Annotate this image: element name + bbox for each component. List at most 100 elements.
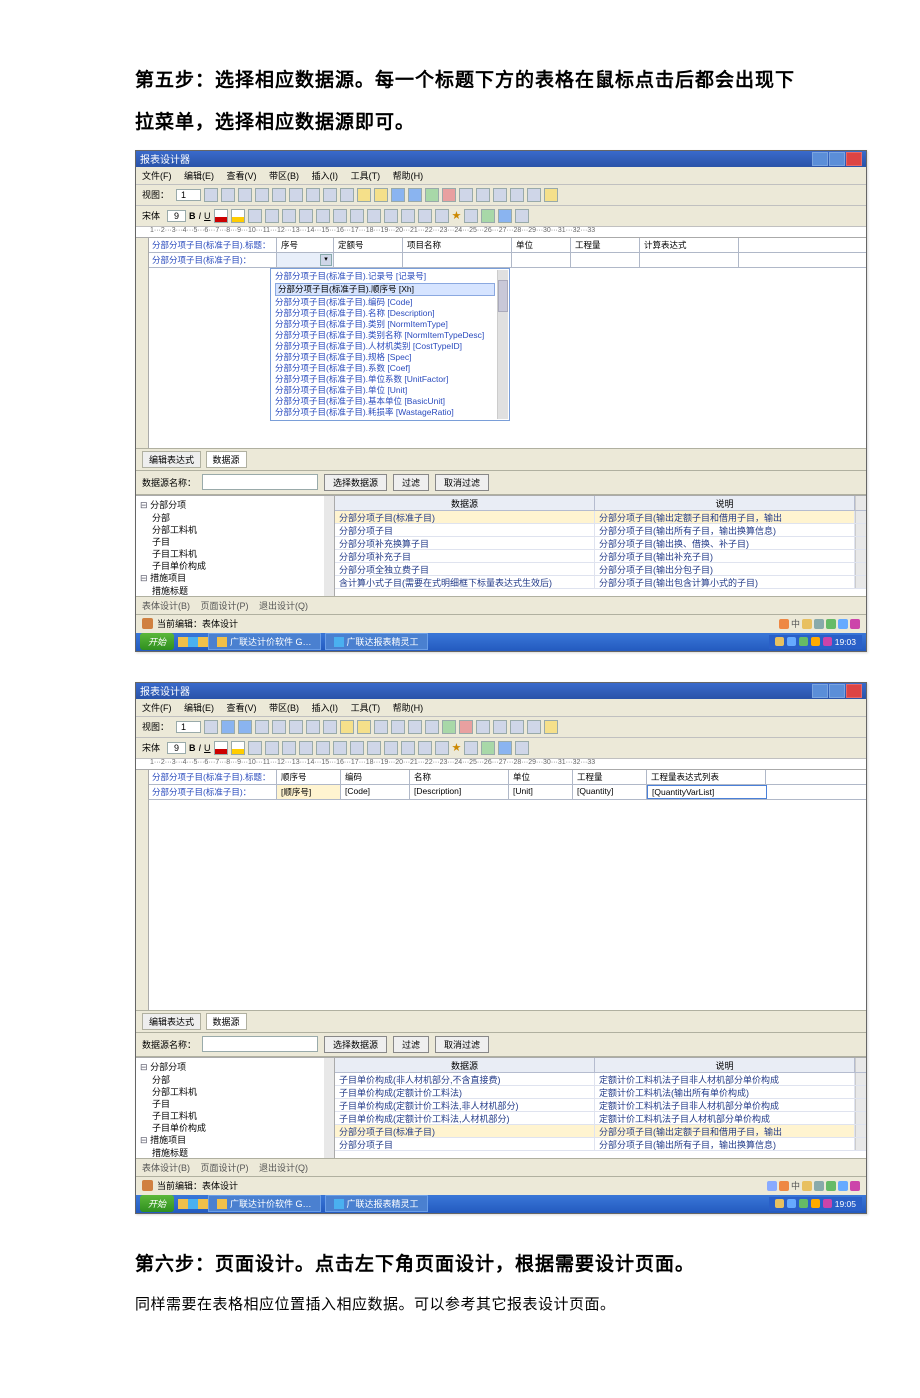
grid-row[interactable]: 分部分项全独立费子目分部分项子目(输出分包子目) (335, 563, 866, 576)
tb-icon[interactable] (316, 209, 330, 223)
font-color-icon[interactable] (214, 209, 228, 223)
tree-node[interactable]: 子目工料机 (140, 548, 330, 560)
tb-icon[interactable] (265, 741, 279, 755)
tb-icon[interactable] (272, 720, 286, 734)
minimize-icon[interactable] (812, 684, 828, 698)
tb-icon[interactable] (425, 188, 439, 202)
italic-icon[interactable]: I (199, 743, 202, 753)
tb-icon[interactable] (221, 188, 235, 202)
tb-icon[interactable] (435, 741, 449, 755)
task-button[interactable]: 广联达报表精灵工 (325, 1195, 428, 1212)
menu-help[interactable]: 帮助(H) (393, 703, 424, 713)
tb-icon[interactable] (476, 188, 490, 202)
grid-row[interactable]: 含计算小式子目(需要在式明细框下标量表达式生效后)分部分项子目(输出包含计算小式… (335, 576, 866, 589)
tray-icon[interactable] (814, 619, 824, 629)
tb-icon[interactable] (464, 741, 478, 755)
field-cell[interactable]: ▾ (277, 253, 334, 267)
menu-edit[interactable]: 编辑(E) (184, 171, 214, 181)
tray-icon[interactable] (799, 1199, 808, 1208)
dropdown-item[interactable]: 分部分项子目(标准子目).类别名称 [NormItemTypeDesc] (275, 330, 495, 341)
tb-icon[interactable] (333, 209, 347, 223)
tb-icon[interactable] (515, 209, 529, 223)
tray-icon[interactable] (811, 1199, 820, 1208)
col-hdr[interactable]: 序号 (277, 238, 334, 252)
tb-icon[interactable] (384, 741, 398, 755)
tb-icon[interactable] (384, 209, 398, 223)
tb-icon[interactable] (255, 720, 269, 734)
tree-node[interactable]: 措施标题 (140, 1147, 330, 1158)
tb-icon[interactable] (272, 188, 286, 202)
tb-icon[interactable] (481, 741, 495, 755)
close-icon[interactable] (846, 684, 862, 698)
tb-icon[interactable] (442, 188, 456, 202)
col-hdr[interactable]: 工程量表达式列表 (647, 770, 766, 784)
tb-icon[interactable] (408, 188, 422, 202)
system-tray[interactable]: 19:03 (769, 635, 862, 649)
menu-file[interactable]: 文件(F) (142, 703, 172, 713)
grid-row[interactable]: 分部分项子目分部分项子目(输出所有子目，输出换算信息) (335, 1138, 866, 1151)
tree-node[interactable]: 子目工料机 (140, 1110, 330, 1122)
field-cell[interactable]: [Code] (341, 785, 410, 799)
col-hdr[interactable]: 工程量 (573, 770, 647, 784)
tb-icon[interactable] (350, 741, 364, 755)
tb-icon[interactable] (464, 209, 478, 223)
datasource-tree[interactable]: ⊟ 分部分项 分部 分部工料机 子目 子目工料机 子目单价构成 ⊟ 措施项目 措… (136, 496, 335, 596)
start-button[interactable]: 开始 (140, 1195, 174, 1212)
tray-icon[interactable] (826, 619, 836, 629)
tab-body-design[interactable]: 表体设计(B) (142, 1163, 190, 1173)
tb-icon[interactable] (459, 188, 473, 202)
font-size[interactable]: 9 (167, 742, 186, 754)
task-button[interactable]: 广联达计价软件 G… (208, 633, 321, 650)
tb-icon[interactable] (401, 741, 415, 755)
tab-datasource[interactable]: 数据源 (206, 451, 247, 468)
tree-node[interactable]: 子目 (140, 1098, 330, 1110)
tb-icon[interactable] (459, 720, 473, 734)
dropdown-item[interactable]: 分部分项子目(标准子目).记录号 [记录号] (275, 271, 495, 282)
start-button[interactable]: 开始 (140, 633, 174, 650)
tb-icon[interactable] (299, 741, 313, 755)
tb-icon[interactable] (544, 720, 558, 734)
star-icon[interactable]: ★ (452, 209, 462, 222)
tb-icon[interactable] (544, 188, 558, 202)
tray-icon[interactable] (850, 619, 860, 629)
tb-icon[interactable] (340, 188, 354, 202)
system-tray[interactable]: 19:05 (769, 1197, 862, 1211)
italic-icon[interactable]: I (199, 211, 202, 221)
tree-node[interactable]: 分部工料机 (140, 1086, 330, 1098)
dropdown-item[interactable]: 分部分项子目(标准子目).规格 [Spec] (275, 352, 495, 363)
dropdown-item[interactable]: 分部分项子目(标准子目).单位系数 [UnitFactor] (275, 374, 495, 385)
ql-icon[interactable] (198, 637, 208, 647)
tray-icon[interactable] (838, 619, 848, 629)
tab-body-design[interactable]: 表体设计(B) (142, 601, 190, 611)
dropdown-item-selected[interactable]: 分部分项子目(标准子目).顺序号 [Xh] (275, 283, 495, 296)
tree-node[interactable]: 子目 (140, 536, 330, 548)
tb-icon[interactable] (323, 188, 337, 202)
dropdown-item[interactable]: 分部分项子目(标准子目).类别 [NormItemType] (275, 319, 495, 330)
tb-icon[interactable] (391, 720, 405, 734)
field-cell[interactable]: [顺序号] (277, 785, 341, 799)
tb-icon[interactable] (476, 720, 490, 734)
grid-row[interactable]: 分部分项子目(标准子目)分部分项子目(输出定额子目和借用子目，输出 (335, 1125, 866, 1138)
menu-file[interactable]: 文件(F) (142, 171, 172, 181)
tb-icon[interactable] (248, 741, 262, 755)
tb-icon[interactable] (255, 188, 269, 202)
dropdown-item[interactable]: 分部分项子目(标准子目).系数 [Coef] (275, 363, 495, 374)
select-ds-button[interactable]: 选择数据源 (324, 474, 387, 491)
maximize-icon[interactable] (829, 684, 845, 698)
tab-expr[interactable]: 编辑表达式 (142, 1013, 201, 1030)
tb-icon[interactable] (418, 741, 432, 755)
menu-tools[interactable]: 工具(T) (351, 703, 381, 713)
font-color-icon[interactable] (214, 741, 228, 755)
menu-insert[interactable]: 插入(I) (312, 703, 339, 713)
tray-icon[interactable] (775, 1199, 784, 1208)
grid-row[interactable]: 分部分项补充子目分部分项子目(输出补充子目) (335, 550, 866, 563)
field-dropdown[interactable]: 分部分项子目(标准子目).记录号 [记录号] 分部分项子目(标准子目).顺序号 … (270, 268, 510, 421)
filter-button[interactable]: 过滤 (393, 1036, 429, 1053)
tab-page-design[interactable]: 页面设计(P) (201, 601, 249, 611)
tb-icon[interactable] (323, 720, 337, 734)
grid-row[interactable]: 分部分项子目(标准子目)分部分项子目(输出定额子目和借用子目，输出 (335, 511, 866, 524)
tb-icon[interactable] (515, 741, 529, 755)
underline-icon[interactable]: U (204, 743, 211, 753)
tb-icon[interactable] (282, 209, 296, 223)
datasource-tree[interactable]: ⊟ 分部分项 分部 分部工料机 子目 子目工料机 子目单价构成 ⊟ 措施项目 措… (136, 1058, 335, 1158)
